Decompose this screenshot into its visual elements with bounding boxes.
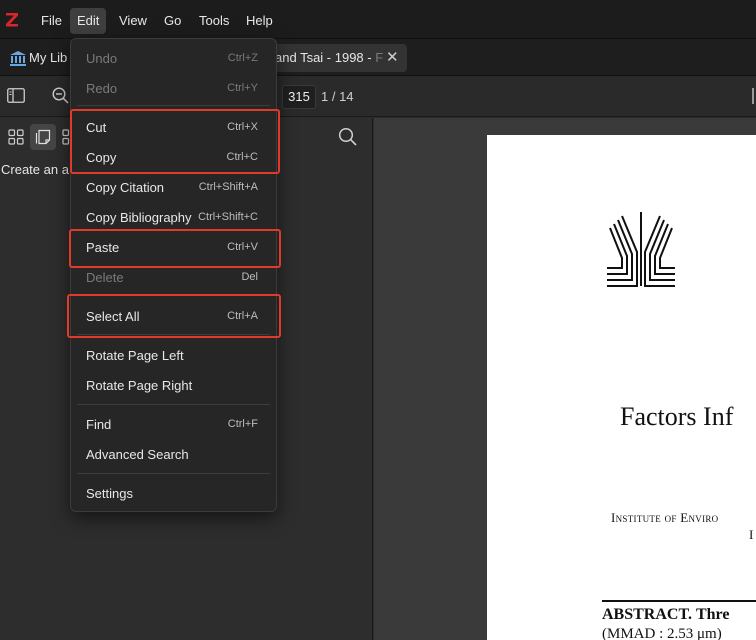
library-icon bbox=[10, 51, 26, 66]
pdf-page[interactable]: Factors Inf Institute of Enviro I ABSTRA… bbox=[487, 135, 756, 640]
abstract-label: ABSTRACT. bbox=[602, 606, 692, 623]
journal-logo-icon bbox=[607, 212, 675, 287]
menubar: File Edit View Go Tools Help bbox=[0, 0, 756, 39]
menu-edit[interactable]: Edit bbox=[70, 8, 107, 34]
close-icon[interactable]: ✕ bbox=[386, 48, 399, 66]
menu-item-label: Delete bbox=[86, 270, 124, 285]
menu-item-redo[interactable]: Redo Ctrl+Y bbox=[71, 76, 276, 102]
menu-item-settings[interactable]: Settings bbox=[71, 481, 276, 507]
menu-item-undo[interactable]: Undo Ctrl+Z bbox=[71, 46, 276, 72]
menu-view[interactable]: View bbox=[112, 8, 154, 34]
menu-item-shortcut: Del bbox=[241, 271, 258, 283]
menu-item-label: Advanced Search bbox=[86, 447, 189, 462]
annotations-button[interactable] bbox=[30, 124, 56, 150]
document-abstract: ABSTRACT. Thre bbox=[602, 606, 729, 624]
menu-item-shortcut: Ctrl+F bbox=[227, 418, 258, 430]
tab-document[interactable]: and Tsai - 1998 - F ✕ bbox=[268, 44, 407, 72]
zotero-logo-icon[interactable] bbox=[5, 9, 19, 29]
menu-separator bbox=[77, 404, 270, 405]
tab-document-title-text: and Tsai - 1998 - bbox=[275, 50, 376, 65]
menu-item-label: Undo bbox=[86, 51, 118, 66]
highlight-box-paste bbox=[69, 229, 281, 268]
menu-file[interactable]: File bbox=[34, 8, 69, 34]
tab-library[interactable]: My Lib bbox=[0, 42, 72, 74]
toolbar-right-edge-icon[interactable] bbox=[752, 88, 754, 104]
page-count: 1 / 14 bbox=[321, 89, 354, 104]
menu-help[interactable]: Help bbox=[239, 8, 280, 34]
zoom-out-icon[interactable] bbox=[52, 87, 69, 104]
tab-document-title: and Tsai - 1998 - F bbox=[275, 50, 383, 65]
menu-go[interactable]: Go bbox=[157, 8, 188, 34]
highlight-box-cut-copy bbox=[70, 109, 280, 174]
abstract-text: Thre bbox=[695, 606, 730, 623]
menu-item-label: Rotate Page Left bbox=[86, 348, 184, 363]
menu-item-find[interactable]: Find Ctrl+F bbox=[71, 412, 276, 438]
menu-item-shortcut: Ctrl+Shift+A bbox=[198, 181, 258, 193]
sidebar-toggle-icon[interactable] bbox=[7, 88, 25, 103]
document-title: Factors Inf bbox=[620, 402, 734, 431]
menu-item-label: Settings bbox=[86, 486, 133, 501]
document-abstract-line2: (MMAD : 2.53 μm) bbox=[602, 626, 722, 640]
menu-item-label: Find bbox=[86, 417, 112, 432]
menu-item-label: Copy Bibliography bbox=[86, 210, 192, 225]
tab-document-title-fade: F bbox=[375, 50, 383, 65]
menu-item-shortcut: Ctrl+Y bbox=[227, 82, 258, 94]
sidebar-hint-text: Create an a bbox=[1, 162, 69, 177]
thumbnails-button[interactable] bbox=[3, 124, 29, 150]
document-rule bbox=[602, 600, 756, 602]
menu-item-delete[interactable]: Delete Del bbox=[71, 265, 276, 291]
search-icon[interactable] bbox=[338, 127, 357, 146]
menu-item-advanced-search[interactable]: Advanced Search bbox=[71, 442, 276, 468]
tab-library-label: My Lib bbox=[29, 50, 68, 65]
menu-item-rotate-right[interactable]: Rotate Page Right bbox=[71, 373, 276, 399]
menu-separator bbox=[77, 473, 270, 474]
menu-item-rotate-left[interactable]: Rotate Page Left bbox=[71, 343, 276, 369]
menu-separator bbox=[77, 105, 270, 106]
menu-item-label: Rotate Page Right bbox=[86, 378, 193, 393]
menu-item-label: Redo bbox=[86, 81, 118, 96]
document-institute-line2: I bbox=[749, 527, 754, 542]
menu-item-label: Copy Citation bbox=[86, 180, 165, 195]
annotations-icon bbox=[35, 129, 51, 145]
menu-item-copy-bibliography[interactable]: Copy Bibliography Ctrl+Shift+C bbox=[71, 205, 276, 231]
thumbnails-icon bbox=[8, 129, 24, 145]
menu-item-copy-citation[interactable]: Copy Citation Ctrl+Shift+A bbox=[71, 175, 276, 201]
document-institute: Institute of Enviro bbox=[611, 510, 719, 525]
page-number-input[interactable]: 315 bbox=[282, 85, 316, 109]
menu-item-shortcut: Ctrl+Z bbox=[227, 52, 258, 64]
menu-item-shortcut: Ctrl+Shift+C bbox=[198, 211, 258, 223]
highlight-box-select-all bbox=[67, 294, 281, 338]
menu-tools[interactable]: Tools bbox=[192, 8, 236, 34]
